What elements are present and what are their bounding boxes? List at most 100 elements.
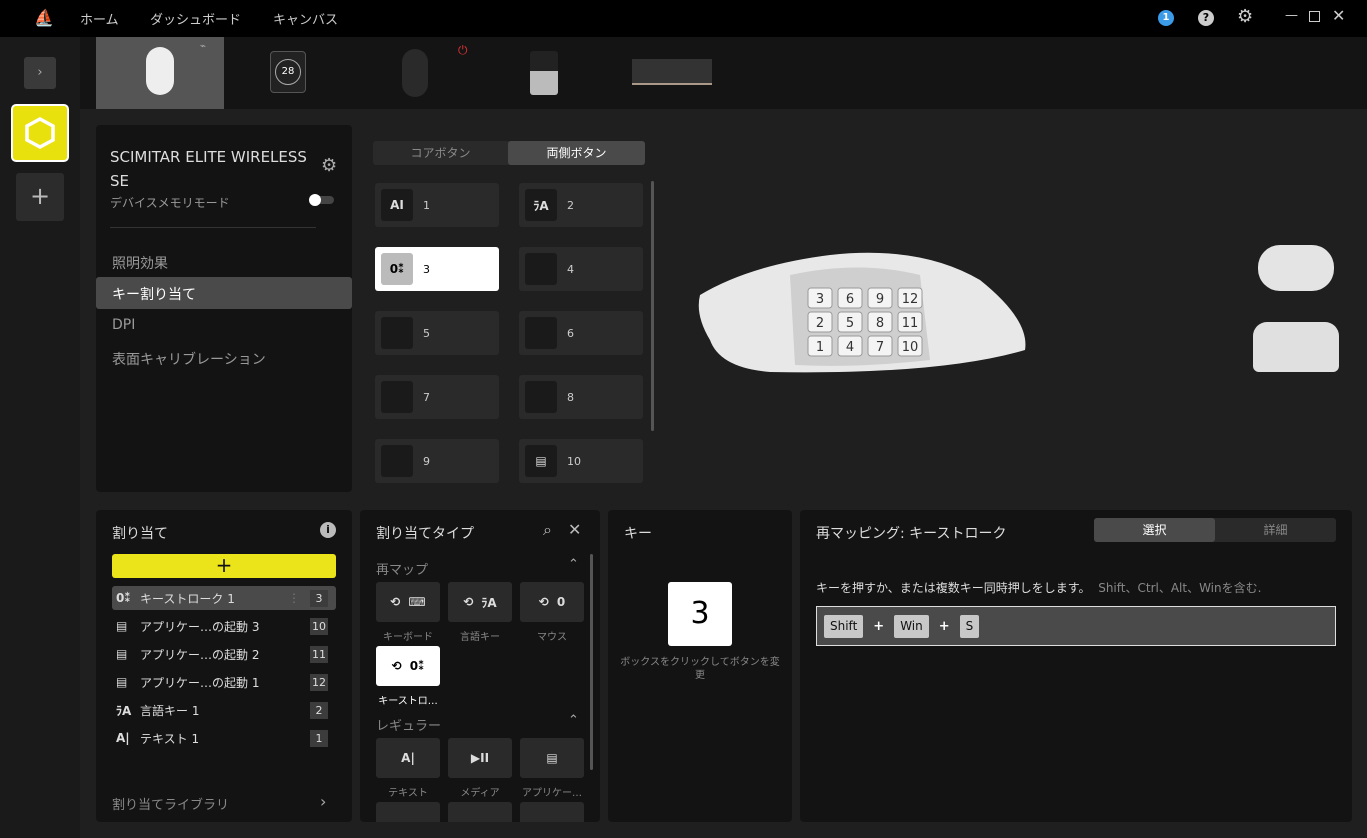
keystroke-input[interactable]: Shift + Win + S (816, 606, 1336, 646)
menu-key-assign[interactable]: キー割り当て (96, 277, 352, 309)
assignment-item[interactable]: ▤ アプリケー…の起動 1 12 (112, 670, 336, 694)
side-button-7[interactable]: 7 (375, 375, 499, 419)
mouse-front-thumbnail[interactable] (1253, 322, 1339, 372)
device-tile-cooler[interactable]: 28 (270, 51, 306, 93)
mouse-white-image (146, 47, 174, 95)
device-tile-mouse-black[interactable] (402, 49, 428, 97)
button-grid-scrollbar[interactable] (651, 181, 654, 431)
search-icon[interactable]: ⌕ (543, 520, 552, 540)
type-tile-regular-2[interactable]: ▤ (520, 738, 584, 778)
add-profile-button[interactable]: + (16, 173, 64, 221)
remap-section-label: 再マップ (376, 563, 429, 578)
assignment-icon: A| (116, 731, 130, 745)
type-tile-partial[interactable] (376, 802, 440, 822)
corsair-logo: ⛵ (34, 8, 54, 27)
nav-home[interactable]: ホーム (80, 9, 119, 28)
key-box[interactable]: 3 (668, 582, 732, 646)
title-bar: ⛵ ホーム ダッシュボード キャンバス 1 ? ⚙ — ✕ (0, 0, 1367, 37)
side-button-8[interactable]: 8 (519, 375, 643, 419)
type-tile-partial[interactable] (520, 802, 584, 822)
collapse-remap-icon[interactable]: ⌃ (568, 557, 579, 572)
assignment-icon: ▤ (116, 675, 128, 689)
assignment-item[interactable]: 0⁑ キーストローク 1 ⋮ 3 (112, 586, 336, 610)
side-button-2[interactable]: ﾗA 2 (519, 183, 643, 227)
notification-badge[interactable]: 1 (1158, 10, 1174, 26)
nav-canvas[interactable]: キャンバス (273, 9, 338, 28)
type-tile-partial[interactable] (448, 802, 512, 822)
side-button-1[interactable]: AI 1 (375, 183, 499, 227)
add-assignment-button[interactable]: + (112, 554, 336, 578)
side-button-6[interactable]: 6 (519, 311, 643, 355)
type-label: テキスト (388, 788, 428, 799)
side-button-5[interactable]: 5 (375, 311, 499, 355)
home-profile-button[interactable] (11, 104, 69, 162)
tab-side-buttons[interactable]: 両側ボタン (508, 141, 645, 165)
menu-dpi[interactable]: DPI (112, 317, 135, 333)
device-settings-gear-icon[interactable]: ⚙ (321, 155, 337, 176)
button-assignment-icon (381, 445, 413, 477)
settings-gear-icon[interactable]: ⚙ (1237, 6, 1253, 27)
memory-mode-toggle[interactable] (309, 194, 334, 206)
side-button-3[interactable]: 0⁑ 3 (375, 247, 499, 291)
info-icon[interactable]: i (320, 522, 336, 538)
device-tile-dongle[interactable] (530, 51, 558, 95)
assignment-types-panel: 割り当てタイプ ⌕ ✕ 再マップ ⌃ レギュラー ⌃ ⟲ ⌨ キーボード ⟲ ﾗA 言語キ… (360, 510, 600, 822)
tab-detail[interactable]: 詳細 (1215, 518, 1336, 542)
type-tile-remap-1[interactable]: ⟲ ﾗA (448, 582, 512, 622)
drag-handle-icon[interactable]: ⋮ (288, 591, 300, 605)
svg-text:4: 4 (846, 340, 854, 355)
assignment-item[interactable]: A| テキスト 1 1 (112, 726, 336, 750)
assignment-item[interactable]: ▤ アプリケー…の起動 2 11 (112, 642, 336, 666)
close-button[interactable]: ✕ (1332, 6, 1345, 25)
assignment-name: アプリケー…の起動 2 (140, 647, 260, 662)
nav-dashboard[interactable]: ダッシュボード (150, 9, 241, 28)
types-scrollbar[interactable] (590, 554, 593, 770)
expand-rail-button[interactable]: › (24, 57, 56, 89)
tab-select[interactable]: 選択 (1094, 518, 1215, 542)
type-tile-regular-1[interactable]: ▶II (448, 738, 512, 778)
type-tile-regular-0[interactable]: A| (376, 738, 440, 778)
button-assignment-icon (381, 381, 413, 413)
svg-text:5: 5 (846, 316, 854, 331)
help-icon[interactable]: ? (1198, 10, 1214, 26)
maximize-button[interactable] (1309, 11, 1320, 22)
key-hint: ボックスをクリックしてボタンを変更 (620, 657, 780, 681)
button-number: 5 (423, 326, 430, 340)
remap-instruction: キーを押すか、または複数キー同時押しをします。 Shift、Ctrl、Alt、W… (816, 579, 1261, 596)
menu-key-assign-label: キー割り当て (112, 287, 196, 303)
regular-section-label: レギュラー (376, 719, 442, 734)
button-number: 9 (423, 454, 430, 468)
minimize-button[interactable]: — (1285, 8, 1298, 23)
remap-icon: ⟲ (463, 595, 474, 609)
assignment-item[interactable]: ﾗA 言語キー 1 2 (112, 698, 336, 722)
type-icon: 0⁑ (409, 659, 425, 673)
side-button-4[interactable]: 4 (519, 247, 643, 291)
wired-icon: ⌁ (200, 41, 207, 52)
side-button-10[interactable]: ▤ 10 (519, 439, 643, 483)
assignment-badge: 1 (310, 729, 328, 747)
close-icon[interactable]: ✕ (568, 520, 581, 539)
collapse-regular-icon[interactable]: ⌃ (568, 713, 579, 728)
button-number: 2 (567, 198, 574, 212)
type-tile-remap-3[interactable]: ⟲ 0⁑ (376, 646, 440, 686)
svg-text:10: 10 (902, 340, 919, 355)
mouse-key-3: 3 (807, 287, 833, 309)
menu-surface-calibration[interactable]: 表面キャリブレーション (112, 349, 266, 369)
tab-core-buttons[interactable]: コアボタン (373, 141, 508, 165)
side-button-9[interactable]: 9 (375, 439, 499, 483)
type-label: アプリケー… (522, 788, 582, 799)
type-tile-remap-0[interactable]: ⟲ ⌨ (376, 582, 440, 622)
assignment-library-link[interactable]: 割り当てライブラリ (112, 794, 229, 813)
type-tile-remap-2[interactable]: ⟲ 0 (520, 582, 584, 622)
device-tile-memory[interactable] (632, 59, 712, 85)
button-number: 10 (567, 454, 581, 468)
left-rail: › + (0, 37, 80, 838)
mouse-key-8: 8 (867, 311, 893, 333)
mouse-side-image: 3 6 9 122 5 8 111 4 7 10 (698, 252, 1026, 373)
chevron-right-icon[interactable]: › (320, 792, 326, 811)
menu-lighting[interactable]: 照明効果 (112, 253, 168, 273)
assignment-icon: ﾗA (116, 703, 132, 718)
mouse-top-thumbnail[interactable] (1258, 245, 1334, 291)
assignment-item[interactable]: ▤ アプリケー…の起動 3 10 (112, 614, 336, 638)
device-tile-mouse-white[interactable]: ⌁ (96, 37, 224, 109)
